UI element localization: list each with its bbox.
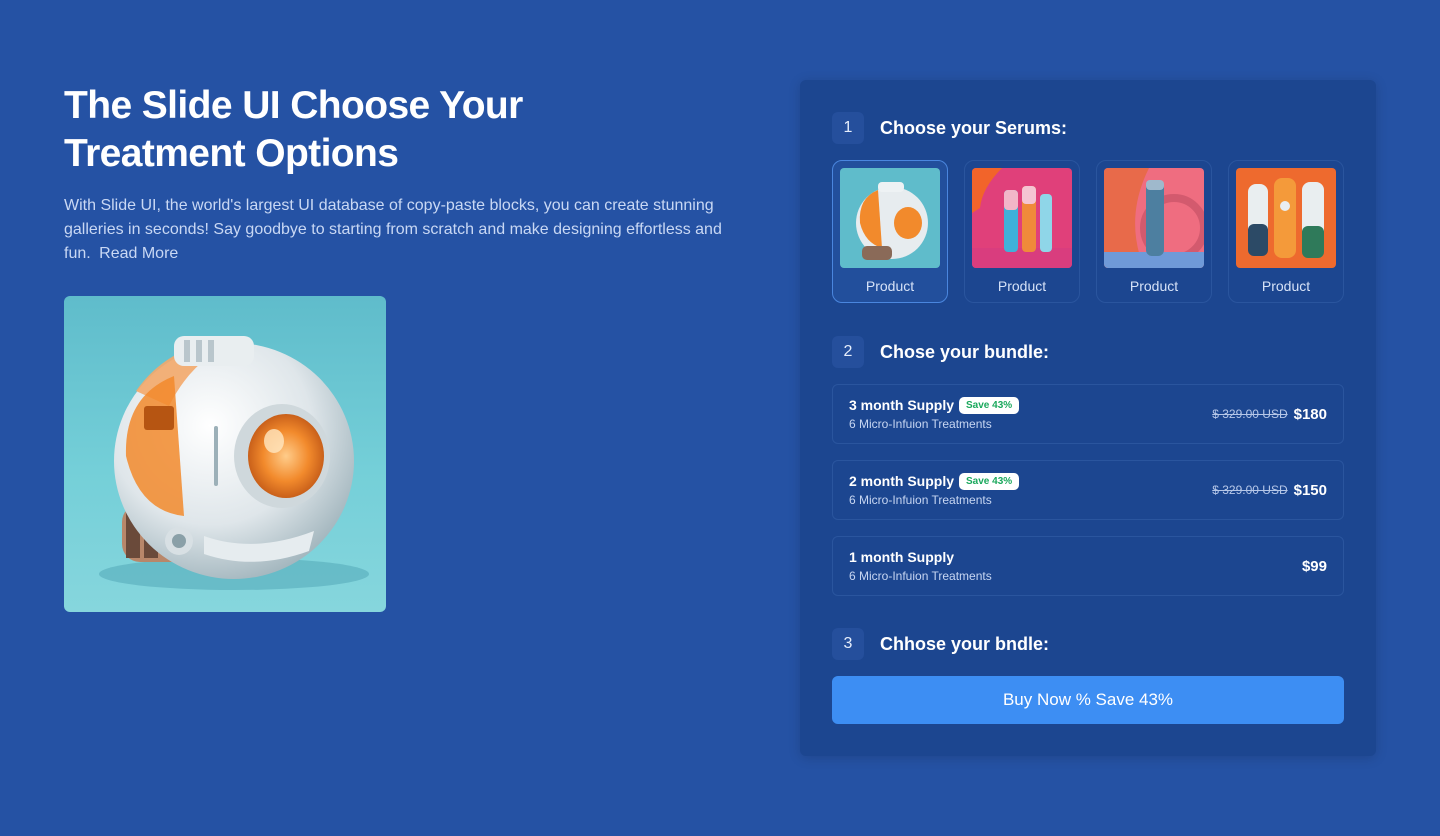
treatment-options-panel: 1 Choose your Serums: Product Product Pr… xyxy=(800,80,1376,756)
buy-now-button[interactable]: Buy Now % Save 43% xyxy=(832,676,1344,724)
product-label: Product xyxy=(1129,278,1179,294)
product-card-3[interactable]: Product xyxy=(1096,160,1212,303)
bundle-price: $150 xyxy=(1293,481,1327,499)
page-title: The Slide UI Choose Your Treatment Optio… xyxy=(64,84,523,175)
step-final-header: 3 Chhose your bndle: xyxy=(832,628,1049,660)
bundle-name: 2 month Supply xyxy=(849,473,954,489)
bundle-subtitle: 6 Micro-Infuion Treatments xyxy=(849,569,992,583)
step-title: Chhose your bndle: xyxy=(880,633,1050,654)
product-card-1[interactable]: Product xyxy=(832,160,948,303)
step-title: Choose your Serums: xyxy=(880,117,1068,138)
product-list: Product Product Product Product xyxy=(832,160,1344,303)
bundle-name: 1 month Supply xyxy=(849,549,954,565)
step-title: Chose your bundle: xyxy=(880,341,1050,362)
bundle-option-2-month[interactable]: 2 month Supply Save 43% 6 Micro-Infuion … xyxy=(832,460,1344,520)
bundle-price: $180 xyxy=(1293,405,1327,423)
hero-product-image xyxy=(64,296,386,612)
old-price: $ 329.00 USD xyxy=(1212,483,1288,497)
bundle-option-1-month[interactable]: 1 month Supply 6 Micro-Infuion Treatment… xyxy=(832,536,1344,596)
old-price: $ 329.00 USD xyxy=(1212,407,1288,421)
bundle-price: $99 xyxy=(1301,557,1327,575)
product-image xyxy=(972,168,1072,268)
step-number: 3 xyxy=(832,628,864,660)
product-label: Product xyxy=(1261,278,1311,294)
robot-illustration xyxy=(99,336,369,590)
hero-description: With Slide UI, the world's largest UI da… xyxy=(64,194,744,266)
step-serums-header: 1 Choose your Serums: xyxy=(832,112,1067,144)
step-number: 1 xyxy=(832,112,864,144)
bundle-option-3-month[interactable]: 3 month Supply Save 43% 6 Micro-Infuion … xyxy=(832,384,1344,444)
read-more-link[interactable]: Read More xyxy=(99,245,178,262)
bundle-name: 3 month Supply xyxy=(849,397,954,413)
product-label: Product xyxy=(865,278,915,294)
save-badge: Save 43% xyxy=(959,472,1020,490)
product-image xyxy=(1104,168,1204,268)
product-card-4[interactable]: Product xyxy=(1228,160,1344,303)
save-badge: Save 43% xyxy=(959,396,1020,414)
product-image xyxy=(840,168,940,268)
product-card-2[interactable]: Product xyxy=(964,160,1080,303)
product-image xyxy=(1236,168,1336,268)
step-number: 2 xyxy=(832,336,864,368)
step-bundle-header: 2 Chose your bundle: xyxy=(832,336,1049,368)
product-label: Product xyxy=(997,278,1047,294)
hero-section: The Slide UI Choose Your Treatment Optio… xyxy=(64,82,744,266)
